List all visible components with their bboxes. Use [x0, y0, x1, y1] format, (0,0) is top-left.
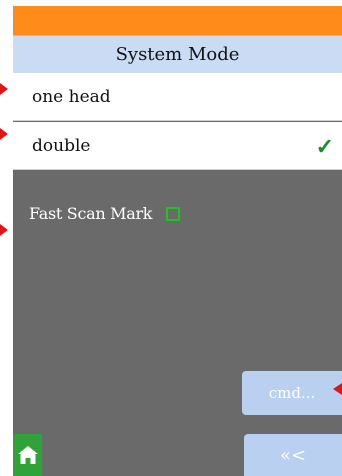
cmd-button-label: cmd...: [268, 384, 316, 402]
mode-option-double[interactable]: double ✓: [13, 122, 342, 170]
cmd-button[interactable]: cmd...: [242, 371, 342, 415]
pointer-arrow-icon: [333, 383, 342, 395]
home-button[interactable]: [13, 434, 42, 476]
mode-option-one-head[interactable]: one head: [13, 73, 342, 121]
checkmark-icon: ✓: [315, 134, 334, 160]
fast-scan-mark-label: Fast Scan Mark: [29, 204, 153, 223]
page-title: System Mode: [13, 35, 342, 73]
status-bar: [13, 6, 342, 35]
fast-scan-mark-checkbox[interactable]: [166, 207, 180, 221]
pointer-arrow-icon: [0, 224, 8, 236]
home-icon: [17, 446, 38, 464]
left-frame-strip: [0, 0, 13, 476]
back-button[interactable]: «<: [244, 434, 342, 476]
mode-option-label: one head: [32, 86, 111, 107]
mode-option-label: double: [32, 135, 91, 156]
pointer-arrow-icon: [0, 83, 8, 95]
pointer-arrow-icon: [0, 128, 8, 140]
back-button-label: «<: [279, 444, 307, 466]
